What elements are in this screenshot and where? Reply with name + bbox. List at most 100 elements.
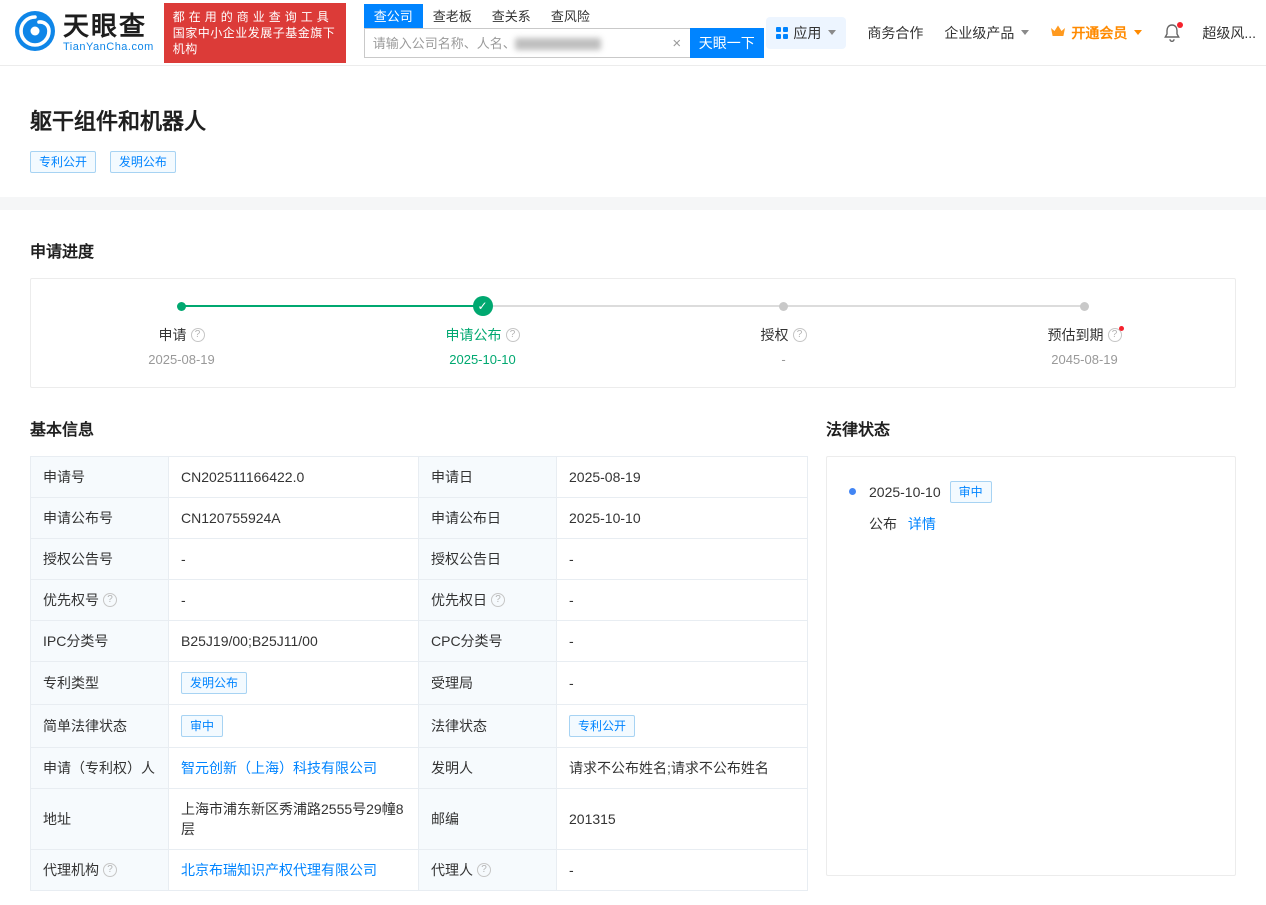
search-tab-risk[interactable]: 查风险 [541,4,600,28]
help-icon[interactable]: ? [477,863,491,877]
table-row: IPC分类号 B25J19/00;B25J11/00 CPC分类号 - [31,621,808,662]
step-dot-done-icon [177,301,186,311]
tianyancha-logo[interactable]: 天眼查 TianYanCha.com [14,10,154,55]
main-content: 申请进度 申请? 2025-08-19 ✓ 申请公布? 2025-10-10 授… [0,238,1266,905]
top-header: 天眼查 TianYanCha.com 都在用的商业查询工具 国家中小企业发展子基… [0,0,1266,66]
promo-banner-line1: 都在用的商业查询工具 [172,9,333,24]
field-label: CPC分类号 [419,621,557,662]
field-label: 优先权日? [419,580,557,621]
step-date: 2025-10-10 [449,352,516,367]
field-value: 审中 [169,705,419,748]
basic-info-heading: 基本信息 [30,422,95,439]
field-label: 发明人 [419,748,557,789]
field-label: 法律状态 [419,705,557,748]
help-icon[interactable]: ? [491,593,505,607]
patent-title-block: 躯干组件和机器人 专利公开 发明公布 [0,66,1266,197]
patent-tag-public: 专利公开 [30,151,97,173]
help-icon[interactable]: ? [1107,326,1124,342]
field-value: 2025-10-10 [557,498,808,539]
field-label: 简单法律状态 [31,705,169,748]
caret-down-icon [1021,30,1030,35]
applicant-company-link[interactable]: 智元创新（上海）科技有限公司 [181,758,377,778]
search-input[interactable] [364,35,664,51]
search-tab-company[interactable]: 查公司 [363,4,423,28]
help-icon[interactable]: ? [190,328,205,342]
help-icon[interactable]: ? [103,593,117,607]
step-dot-pending-icon [1080,301,1089,311]
application-progress-section: 申请进度 申请? 2025-08-19 ✓ 申请公布? 2025-10-10 授… [30,238,1236,388]
logo-domain: TianYanCha.com [63,40,154,53]
search-tab-boss[interactable]: 查老板 [423,4,482,28]
field-label: 申请公布日 [419,498,557,539]
search-tabs: 查公司 查老板 查关系 查风险 [363,4,764,28]
table-row: 代理机构? 北京布瑞知识产权代理有限公司 代理人? - [31,850,808,891]
field-value: - [557,621,808,662]
progress-step-grant: 授权? - [633,296,934,367]
field-value: 专利公开 [557,705,808,748]
logo-brand: 天眼查 [63,10,148,41]
field-label: 地址 [31,789,169,850]
help-icon[interactable]: ? [792,328,807,342]
table-row: 申请公布号 CN120755924A 申请公布日 2025-10-10 [31,498,808,539]
nav-apps-label: 应用 [793,24,822,41]
search-tab-relation[interactable]: 查关系 [482,4,541,28]
top-navigation: 应用 商务合作 企业级产品 开通会员 超级风... [766,16,1256,49]
field-label: 申请日 [419,457,557,498]
nav-apps[interactable]: 应用 [766,16,847,49]
field-label: 代理机构? [31,850,169,891]
search-box: × [363,28,690,58]
progress-step-expiry: 预估到期? 2045-08-19 [934,296,1235,367]
field-label: 授权公告日 [419,539,557,580]
table-row: 申请（专利权）人 智元创新（上海）科技有限公司 发明人 请求不公布姓名;请求不公… [31,748,808,789]
patent-tag-invention: 发明公布 [109,151,176,173]
crown-icon [1050,24,1066,41]
field-value: - [557,662,808,705]
table-row: 授权公告号 - 授权公告日 - [31,539,808,580]
legal-status-tag: 专利公开 [569,715,636,737]
progress-card: 申请? 2025-08-19 ✓ 申请公布? 2025-10-10 授权? - [30,278,1236,388]
step-date: 2025-08-19 [148,352,215,367]
field-value: 请求不公布姓名;请求不公布姓名 [557,748,808,789]
legal-status-item: 2025-10-10 审中 公布 详情 [849,481,1213,534]
field-value: CN120755924A [169,498,419,539]
search-button[interactable]: 天眼一下 [689,28,764,58]
legal-detail-link[interactable]: 详情 [908,516,936,532]
table-row: 地址 上海市浦东新区秀浦路2555号29幢8层 邮编 201315 [31,789,808,850]
help-icon[interactable]: ? [505,328,520,342]
legal-event-label: 公布 [869,516,897,532]
simple-legal-status-tag: 审中 [181,715,224,737]
field-label: 优先权号? [31,580,169,621]
section-divider [0,197,1266,210]
step-check-icon: ✓ [472,296,493,316]
basic-info-section: 基本信息 申请号 CN202511166422.0 申请日 2025-08-19… [30,388,808,891]
field-value: CN202511166422.0 [169,457,419,498]
progress-heading: 申请进度 [30,244,95,261]
page-title: 躯干组件和机器人 [30,109,207,134]
legal-status-panel: 2025-10-10 审中 公布 详情 [826,456,1236,876]
notification-dot [1177,21,1184,28]
step-date: 2045-08-19 [1051,352,1118,367]
agency-company-link[interactable]: 北京布瑞知识产权代理有限公司 [181,860,377,880]
nav-business-cooperation[interactable]: 商务合作 [867,23,923,43]
table-row: 申请号 CN202511166422.0 申请日 2025-08-19 [31,457,808,498]
caret-down-icon [1134,30,1143,35]
legal-status-section: 法律状态 2025-10-10 审中 公布 详情 [826,388,1236,876]
field-label: 申请公布号 [31,498,169,539]
table-row: 简单法律状态 审中 法律状态 专利公开 [31,705,808,748]
nav-vip-upgrade[interactable]: 开通会员 [1050,23,1143,43]
field-label: 专利类型 [31,662,169,705]
apps-grid-icon [776,26,789,39]
field-value: 发明公布 [169,662,419,705]
field-value: - [557,850,808,891]
nav-super-risk[interactable]: 超级风... [1202,23,1256,43]
field-value: 2025-08-19 [557,457,808,498]
field-value: - [557,580,808,621]
clear-icon[interactable]: × [664,35,690,52]
field-label: 授权公告号 [31,539,169,580]
nav-enterprise-products[interactable]: 企业级产品 [944,23,1030,43]
patent-type-tag: 发明公布 [181,672,248,694]
search-area: 查公司 查老板 查关系 查风险 × 天眼一下 [363,4,764,58]
notification-bell-icon[interactable] [1163,21,1184,43]
legal-status-tag: 审中 [949,481,992,503]
help-icon[interactable]: ? [103,863,117,877]
